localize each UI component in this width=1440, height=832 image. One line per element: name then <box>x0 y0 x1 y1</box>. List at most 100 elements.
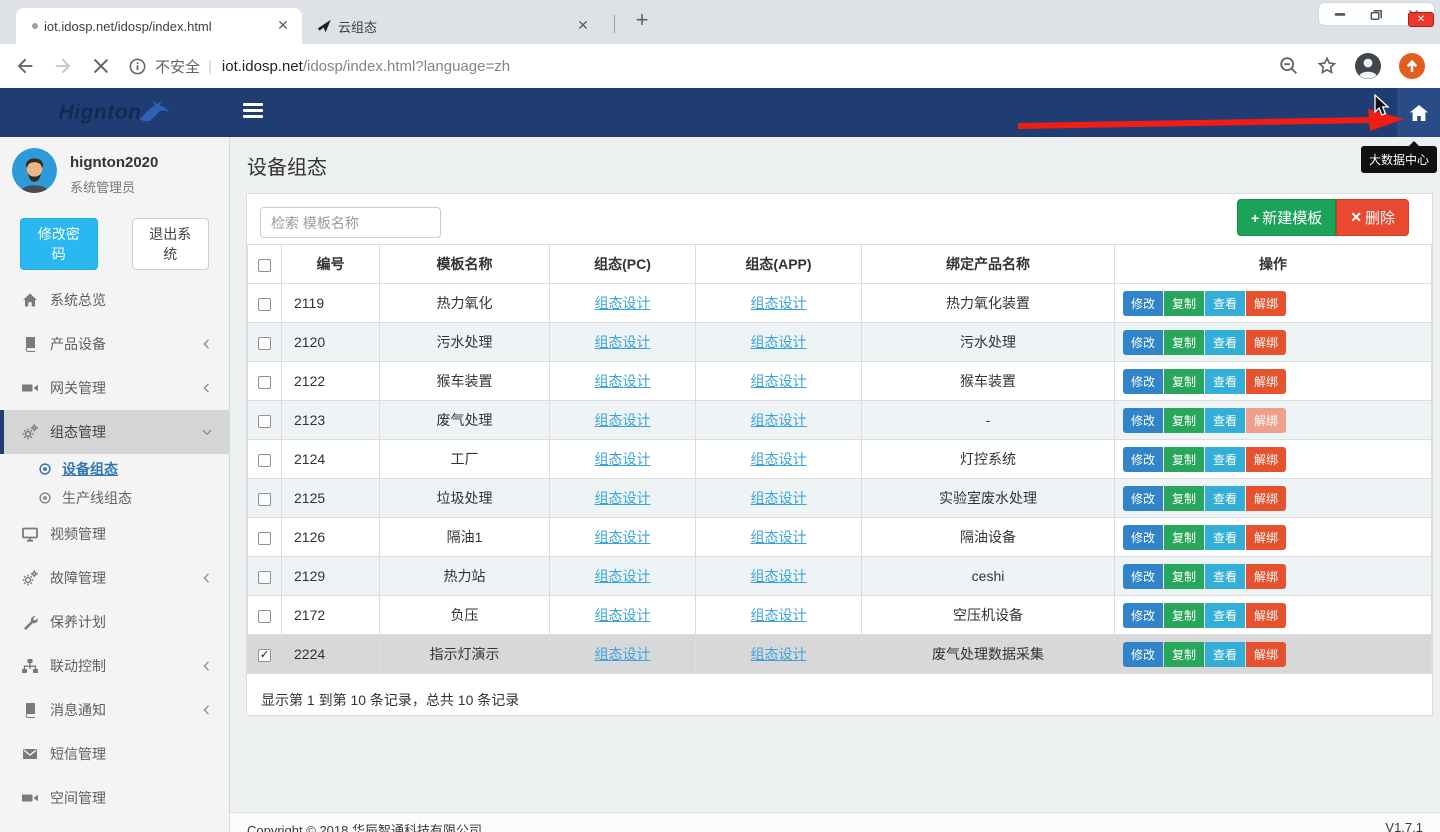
action-copy-button[interactable]: 复制 <box>1164 447 1204 472</box>
browser-tab-inactive[interactable]: 云组态 ✕ <box>306 8 602 44</box>
tab-close-icon[interactable]: ✕ <box>274 17 292 35</box>
search-input[interactable] <box>260 207 441 238</box>
select-all-checkbox[interactable] <box>258 259 271 272</box>
close-button[interactable]: ✕ <box>1395 4 1432 24</box>
row-checkbox[interactable] <box>258 571 271 584</box>
app-config-link[interactable]: 组态设计 <box>751 568 807 584</box>
action-copy-button[interactable]: 复制 <box>1164 330 1204 355</box>
pc-config-link[interactable]: 组态设计 <box>595 412 651 428</box>
pc-config-link[interactable]: 组态设计 <box>595 295 651 311</box>
pc-config-link[interactable]: 组态设计 <box>595 373 651 389</box>
action-view-button[interactable]: 查看 <box>1205 642 1245 667</box>
action-copy-button[interactable]: 复制 <box>1164 486 1204 511</box>
pc-config-link[interactable]: 组态设计 <box>595 451 651 467</box>
sidebar-item[interactable]: 组态管理 <box>0 410 229 454</box>
sidebar-item[interactable]: 联动控制 <box>0 644 229 688</box>
sidebar-item[interactable]: 视频管理 <box>0 512 229 556</box>
change-password-button[interactable]: 修改密码 <box>20 218 98 270</box>
app-config-link[interactable]: 组态设计 <box>751 295 807 311</box>
action-edit-button[interactable]: 修改 <box>1123 330 1163 355</box>
action-view-button[interactable]: 查看 <box>1205 486 1245 511</box>
action-unbind-button[interactable]: 解绑 <box>1246 564 1286 589</box>
sidebar-item[interactable]: 网关管理 <box>0 366 229 410</box>
stop-icon[interactable] <box>90 55 112 77</box>
sidebar-item[interactable]: 空间管理 <box>0 776 229 820</box>
action-view-button[interactable]: 查看 <box>1205 330 1245 355</box>
row-checkbox[interactable] <box>258 493 271 506</box>
action-copy-button[interactable]: 复制 <box>1164 408 1204 433</box>
profile-avatar-icon[interactable] <box>1354 52 1382 80</box>
action-unbind-button[interactable]: 解绑 <box>1246 447 1286 472</box>
logout-button[interactable]: 退出系统 <box>132 218 210 270</box>
action-copy-button[interactable]: 复制 <box>1164 525 1204 550</box>
action-edit-button[interactable]: 修改 <box>1123 369 1163 394</box>
row-checkbox[interactable] <box>258 454 271 467</box>
app-config-link[interactable]: 组态设计 <box>751 607 807 623</box>
action-copy-button[interactable]: 复制 <box>1164 369 1204 394</box>
action-unbind-button[interactable]: 解绑 <box>1246 525 1286 550</box>
app-config-link[interactable]: 组态设计 <box>751 373 807 389</box>
action-edit-button[interactable]: 修改 <box>1123 603 1163 628</box>
sidebar-item[interactable]: 故障管理 <box>0 556 229 600</box>
action-unbind-button[interactable]: 解绑 <box>1246 369 1286 394</box>
action-unbind-button[interactable]: 解绑 <box>1246 408 1286 433</box>
action-edit-button[interactable]: 修改 <box>1123 564 1163 589</box>
zoom-out-icon[interactable] <box>1278 55 1300 77</box>
action-edit-button[interactable]: 修改 <box>1123 408 1163 433</box>
delete-button[interactable]: ✕删除 <box>1336 199 1409 236</box>
action-view-button[interactable]: 查看 <box>1205 369 1245 394</box>
action-unbind-button[interactable]: 解绑 <box>1246 603 1286 628</box>
action-view-button[interactable]: 查看 <box>1205 525 1245 550</box>
app-config-link[interactable]: 组态设计 <box>751 490 807 506</box>
info-icon[interactable] <box>128 57 147 76</box>
pc-config-link[interactable]: 组态设计 <box>595 490 651 506</box>
tab-close-icon[interactable]: ✕ <box>574 17 592 35</box>
action-copy-button[interactable]: 复制 <box>1164 603 1204 628</box>
pc-config-link[interactable]: 组态设计 <box>595 646 651 662</box>
sidebar-item[interactable]: 消息通知 <box>0 688 229 732</box>
action-edit-button[interactable]: 修改 <box>1123 447 1163 472</box>
row-checkbox[interactable] <box>258 337 271 350</box>
app-config-link[interactable]: 组态设计 <box>751 412 807 428</box>
pc-config-link[interactable]: 组态设计 <box>595 334 651 350</box>
row-checkbox[interactable] <box>258 376 271 389</box>
sidebar-subitem[interactable]: 设备组态 <box>0 454 229 483</box>
app-config-link[interactable]: 组态设计 <box>751 646 807 662</box>
action-view-button[interactable]: 查看 <box>1205 291 1245 316</box>
action-edit-button[interactable]: 修改 <box>1123 642 1163 667</box>
sidebar-item[interactable]: 产品设备 <box>0 322 229 366</box>
action-edit-button[interactable]: 修改 <box>1123 525 1163 550</box>
row-checkbox[interactable] <box>258 298 271 311</box>
bookmark-star-icon[interactable] <box>1316 55 1338 77</box>
sidebar-toggle-button[interactable] <box>243 103 263 121</box>
action-edit-button[interactable]: 修改 <box>1123 291 1163 316</box>
big-data-center-button[interactable] <box>1397 88 1440 137</box>
action-unbind-button[interactable]: 解绑 <box>1246 330 1286 355</box>
new-template-button[interactable]: +新建模板 <box>1237 199 1336 236</box>
action-unbind-button[interactable]: 解绑 <box>1246 291 1286 316</box>
action-copy-button[interactable]: 复制 <box>1164 564 1204 589</box>
app-config-link[interactable]: 组态设计 <box>751 451 807 467</box>
app-config-link[interactable]: 组态设计 <box>751 529 807 545</box>
restore-button[interactable] <box>1358 4 1395 24</box>
action-unbind-button[interactable]: 解绑 <box>1246 642 1286 667</box>
forward-icon[interactable] <box>52 55 74 77</box>
pc-config-link[interactable]: 组态设计 <box>595 607 651 623</box>
action-copy-button[interactable]: 复制 <box>1164 291 1204 316</box>
row-checkbox[interactable] <box>258 532 271 545</box>
action-view-button[interactable]: 查看 <box>1205 447 1245 472</box>
new-tab-button[interactable]: + <box>628 7 656 35</box>
sidebar-item[interactable]: 系统总览 <box>0 278 229 322</box>
action-copy-button[interactable]: 复制 <box>1164 642 1204 667</box>
row-checkbox[interactable] <box>258 610 271 623</box>
back-icon[interactable] <box>14 55 36 77</box>
action-view-button[interactable]: 查看 <box>1205 564 1245 589</box>
app-config-link[interactable]: 组态设计 <box>751 334 807 350</box>
action-view-button[interactable]: 查看 <box>1205 603 1245 628</box>
sidebar-item[interactable]: 短信管理 <box>0 732 229 776</box>
pc-config-link[interactable]: 组态设计 <box>595 568 651 584</box>
action-edit-button[interactable]: 修改 <box>1123 486 1163 511</box>
row-checkbox[interactable] <box>258 649 271 662</box>
browser-update-icon[interactable] <box>1398 52 1426 80</box>
action-view-button[interactable]: 查看 <box>1205 408 1245 433</box>
